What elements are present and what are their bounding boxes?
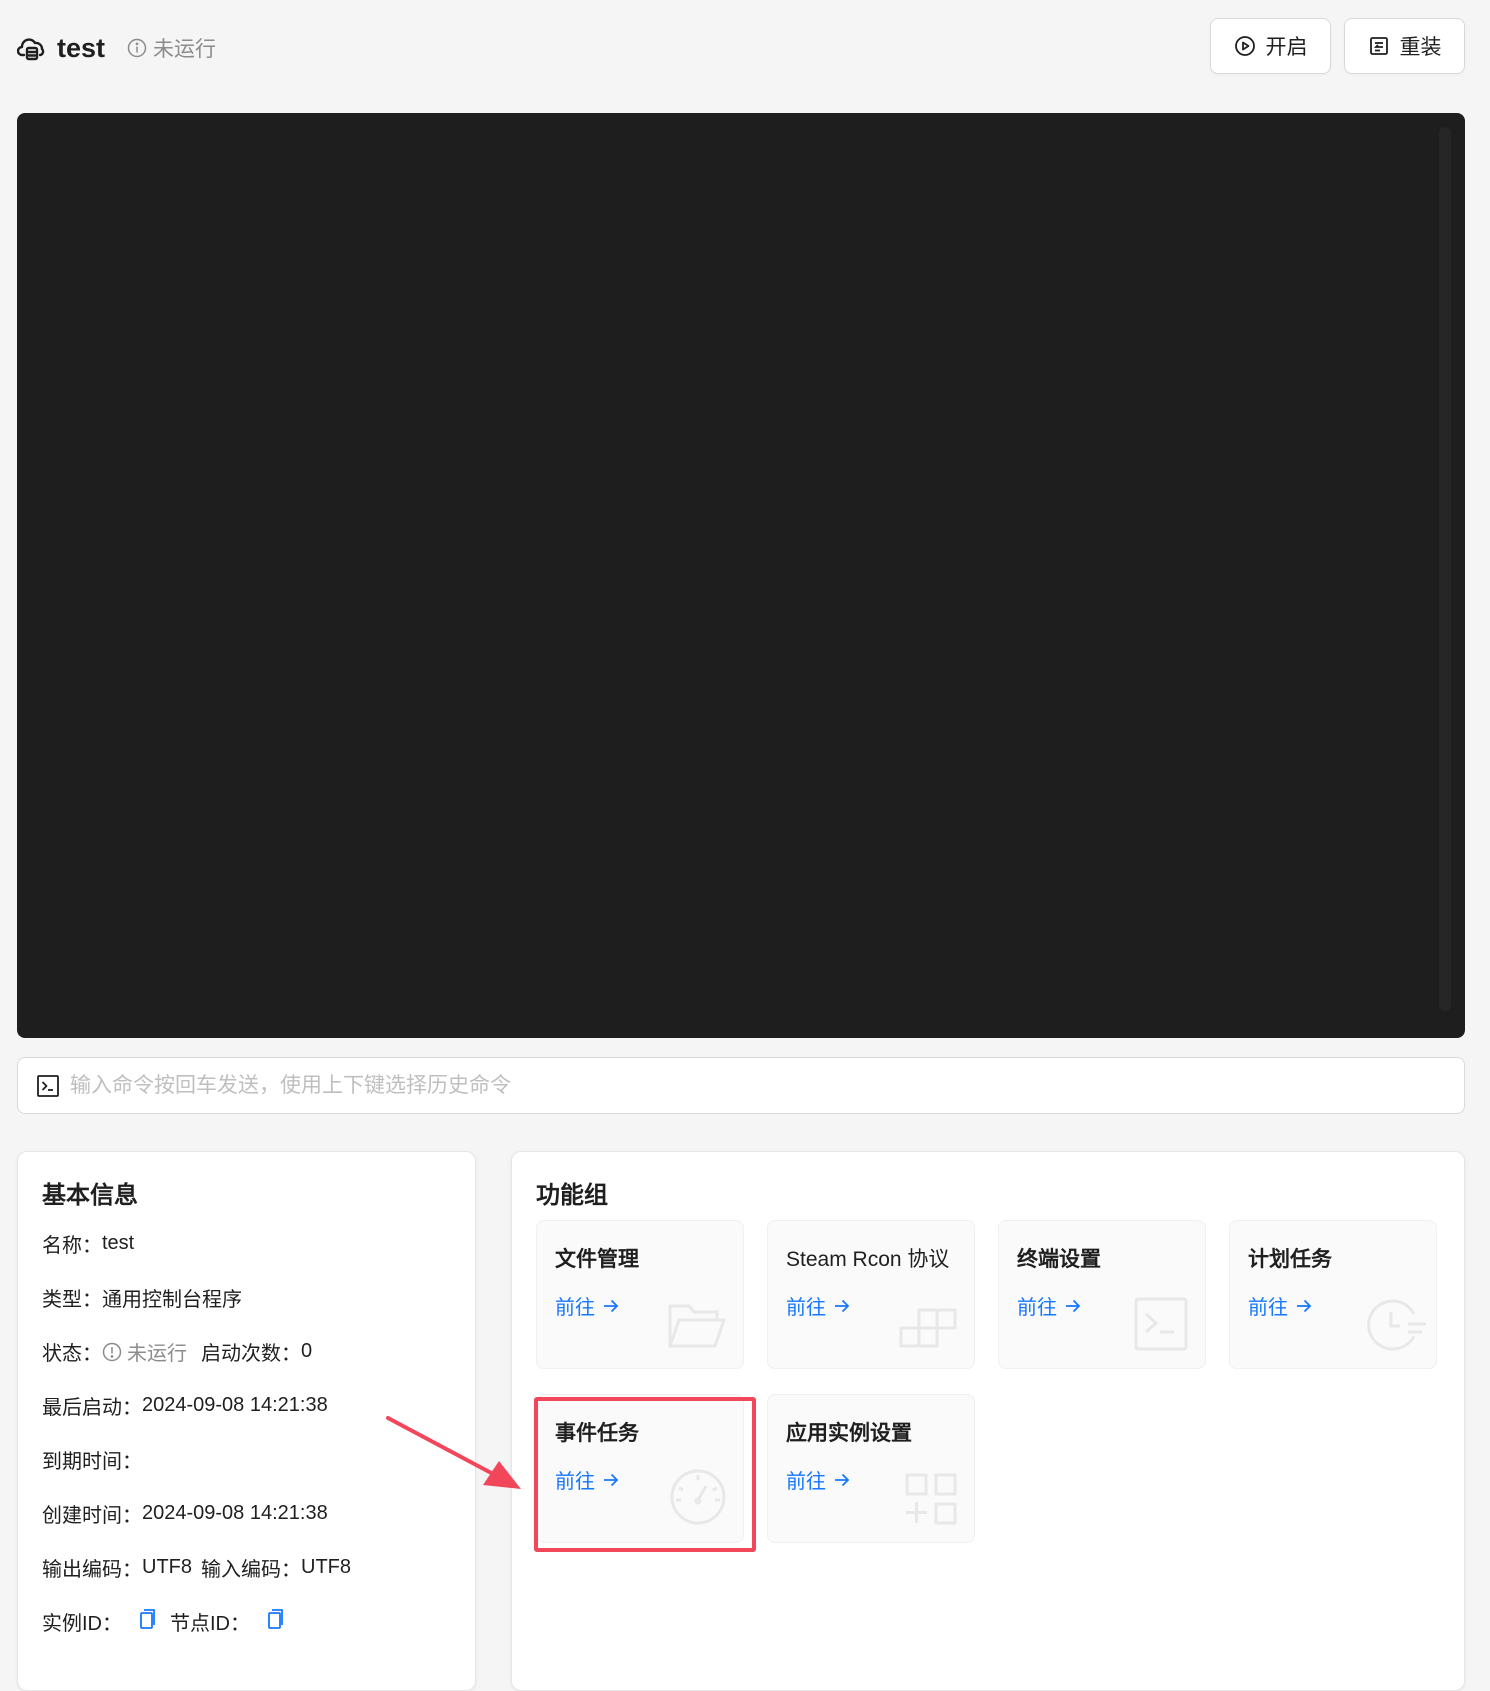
node-id-label: 节点ID： xyxy=(170,1613,250,1635)
feature-title: 计划任务 xyxy=(1248,1248,1332,1271)
reinstall-icon xyxy=(1369,37,1388,55)
arrow-right-icon xyxy=(835,1299,850,1312)
feature-go-link[interactable]: 前往 xyxy=(555,1291,619,1320)
info-name-row: 名称： test xyxy=(42,1229,134,1258)
terminal-scrollbar[interactable] xyxy=(1439,127,1451,1011)
created-value: 2024-09-08 14:21:38 xyxy=(142,1502,328,1524)
terminal-output[interactable] xyxy=(17,113,1465,1038)
feature-terminal-settings[interactable]: 终端设置 前往 xyxy=(998,1220,1206,1369)
last-start-label: 最后启动： xyxy=(42,1397,142,1419)
arrow-right-icon xyxy=(1297,1299,1312,1312)
copy-node-id-icon[interactable] xyxy=(266,1608,284,1636)
command-bar xyxy=(17,1057,1465,1114)
basic-info-title: 基本信息 xyxy=(42,1182,138,1209)
folder-open-icon xyxy=(667,1304,727,1348)
info-circle-icon xyxy=(102,1342,122,1361)
start-count-value: 0 xyxy=(301,1340,313,1362)
feature-title: Steam Rcon 协议 xyxy=(786,1248,950,1271)
info-encoding-row: 输出编码： UTF8 输入编码： UTF8 xyxy=(42,1553,351,1582)
go-label: 前往 xyxy=(1248,1297,1288,1319)
output-encoding-value: UTF8 xyxy=(142,1556,192,1578)
feature-go-link[interactable]: 前往 xyxy=(786,1465,850,1494)
type-value: 通用控制台程序 xyxy=(102,1289,242,1311)
input-encoding-label: 输入编码： xyxy=(201,1559,301,1581)
type-label: 类型： xyxy=(42,1289,102,1311)
info-created-row: 创建时间： 2024-09-08 14:21:38 xyxy=(42,1499,328,1528)
created-label: 创建时间： xyxy=(42,1505,142,1527)
arrow-right-icon xyxy=(604,1299,619,1312)
instance-status: 未运行 xyxy=(127,33,216,63)
state-value: 未运行 xyxy=(127,1343,187,1365)
annotation-highlight-box xyxy=(534,1397,756,1552)
go-label: 前往 xyxy=(786,1471,826,1493)
copy-instance-id-icon[interactable] xyxy=(138,1608,156,1636)
command-input[interactable] xyxy=(68,1072,1432,1099)
feature-title: 文件管理 xyxy=(555,1248,639,1271)
go-label: 前往 xyxy=(786,1297,826,1319)
status-text: 未运行 xyxy=(153,38,217,61)
cloud-server-icon xyxy=(16,33,47,63)
instance-title: test xyxy=(57,32,106,63)
reinstall-button-label: 重装 xyxy=(1399,36,1442,59)
state-label: 状态： xyxy=(42,1343,102,1365)
feature-go-link[interactable]: 前往 xyxy=(786,1291,850,1320)
feature-title: 终端设置 xyxy=(1017,1248,1101,1271)
go-label: 前往 xyxy=(1017,1297,1057,1319)
start-button[interactable]: 开启 xyxy=(1210,18,1331,74)
annotation-arrow-icon xyxy=(386,1416,521,1489)
name-value: test xyxy=(102,1232,135,1254)
state-value-group: 未运行 xyxy=(102,1337,187,1366)
start-button-label: 开启 xyxy=(1265,36,1308,59)
instance-title-group: test 未运行 xyxy=(16,30,216,66)
output-encoding-label: 输出编码： xyxy=(42,1559,142,1581)
arrow-right-icon xyxy=(835,1473,850,1486)
info-ids-row: 实例ID： 节点ID： xyxy=(42,1607,298,1636)
instance-id-label: 实例ID： xyxy=(42,1613,122,1635)
info-circle-icon xyxy=(127,38,147,58)
code-terminal-icon xyxy=(1134,1297,1188,1351)
name-label: 名称： xyxy=(42,1235,102,1257)
info-expire-row: 到期时间： xyxy=(42,1445,142,1474)
info-last-start-row: 最后启动： 2024-09-08 14:21:38 xyxy=(42,1391,328,1420)
feature-file-management[interactable]: 文件管理 前往 xyxy=(536,1220,744,1369)
feature-steam-rcon[interactable]: Steam Rcon 协议 前往 xyxy=(767,1220,975,1369)
reinstall-button[interactable]: 重装 xyxy=(1344,18,1465,74)
feature-app-instance-settings[interactable]: 应用实例设置 前往 xyxy=(767,1394,975,1543)
info-type-row: 类型： 通用控制台程序 xyxy=(42,1283,242,1312)
info-state-row: 状态： 未运行 启动次数： 0 xyxy=(42,1337,312,1366)
feature-scheduled-tasks[interactable]: 计划任务 前往 xyxy=(1229,1220,1437,1369)
arrow-right-icon xyxy=(1066,1299,1081,1312)
page-header: test 未运行 开启 重装 xyxy=(0,0,1490,96)
blocks-icon xyxy=(899,1308,957,1348)
go-label: 前往 xyxy=(555,1297,595,1319)
schedule-clock-icon xyxy=(1367,1299,1426,1351)
expire-label: 到期时间： xyxy=(42,1451,142,1473)
feature-title: 应用实例设置 xyxy=(786,1422,912,1445)
play-circle-icon xyxy=(1234,36,1255,56)
feature-go-link[interactable]: 前往 xyxy=(1017,1291,1081,1320)
start-count-label: 启动次数： xyxy=(201,1343,301,1365)
app-grid-add-icon xyxy=(905,1473,957,1525)
last-start-value: 2024-09-08 14:21:38 xyxy=(142,1394,328,1416)
function-group-title: 功能组 xyxy=(536,1182,608,1209)
feature-go-link[interactable]: 前往 xyxy=(1248,1291,1312,1320)
terminal-prompt-icon xyxy=(37,1074,59,1097)
input-encoding-value: UTF8 xyxy=(301,1556,351,1578)
